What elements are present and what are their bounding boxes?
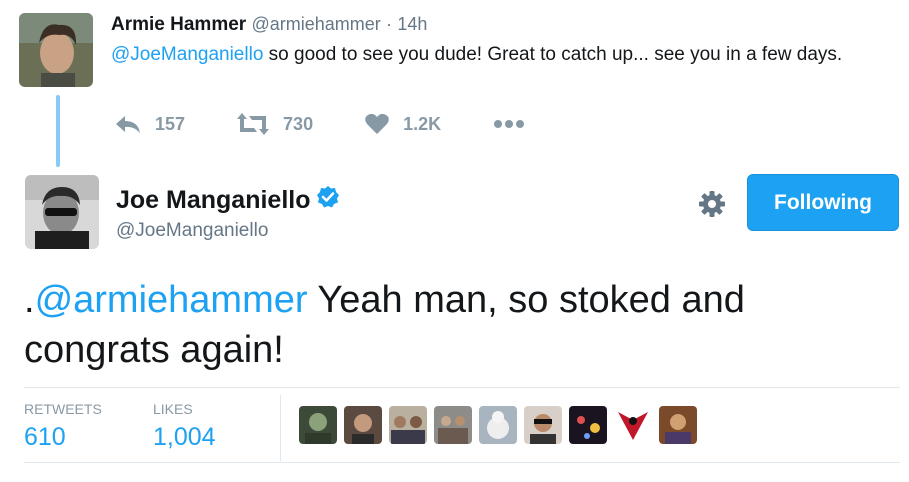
retweets-stat[interactable]: 610: [24, 423, 66, 452]
main-text-prefix: .: [24, 279, 35, 321]
verified-icon: [316, 185, 340, 216]
stats-separator: [280, 395, 281, 461]
stats-divider-bottom: [24, 462, 900, 463]
liker-avatar[interactable]: [569, 406, 607, 444]
parent-tweet-text: @JoeManganiello so good to see you dude!…: [111, 41, 901, 68]
avatar-joe[interactable]: [25, 175, 99, 249]
parent-text-body: so good to see you dude! Great to catch …: [263, 44, 843, 65]
reply-button[interactable]: 157: [115, 114, 185, 135]
more-icon: [494, 120, 525, 128]
liker-avatar[interactable]: [614, 406, 652, 444]
retweets-label: RETWEETS: [24, 401, 102, 417]
more-button[interactable]: [493, 119, 539, 129]
main-author-handle[interactable]: @JoeManganiello: [116, 220, 268, 242]
retweet-count: 730: [283, 113, 314, 134]
parent-author-handle[interactable]: @armiehammer: [251, 14, 380, 34]
liker-avatar[interactable]: [434, 406, 472, 444]
reply-icon: [116, 116, 140, 133]
liker-avatar[interactable]: [389, 406, 427, 444]
likes-stat[interactable]: 1,004: [153, 423, 216, 452]
avatar-armie[interactable]: [19, 13, 93, 87]
like-button[interactable]: 1.2K: [365, 113, 441, 135]
parent-author-name[interactable]: Armie Hammer: [111, 14, 246, 35]
liker-avatars: [299, 406, 704, 444]
parent-action-bar: 157 730 1.2K: [115, 113, 591, 135]
gear-icon[interactable]: [698, 190, 726, 218]
heart-icon: [365, 113, 389, 134]
thread-connector: [56, 95, 60, 167]
liker-avatar[interactable]: [299, 406, 337, 444]
main-mention-link[interactable]: @armiehammer: [35, 279, 308, 321]
liker-avatar[interactable]: [659, 406, 697, 444]
stats-divider-top: [24, 387, 900, 388]
parent-mention-link[interactable]: @JoeManganiello: [111, 44, 263, 65]
retweet-icon: [237, 113, 270, 135]
liker-avatar[interactable]: [524, 406, 562, 444]
separator-dot: ·: [386, 14, 393, 34]
reply-count: 157: [155, 113, 186, 134]
parent-time[interactable]: 14h: [397, 14, 427, 34]
main-author-name[interactable]: Joe Manganiello: [116, 186, 310, 215]
liker-avatar[interactable]: [479, 406, 517, 444]
main-author[interactable]: Joe Manganiello: [116, 185, 340, 216]
following-button[interactable]: Following: [747, 174, 899, 231]
parent-author[interactable]: Armie Hammer @armiehammer · 14h: [111, 14, 427, 36]
main-tweet-text: .@armiehammer Yeah man, so stoked and co…: [24, 275, 894, 375]
like-count: 1.2K: [403, 113, 442, 134]
liker-avatar[interactable]: [344, 406, 382, 444]
retweet-button[interactable]: 730: [237, 113, 313, 135]
likes-label: LIKES: [153, 401, 193, 417]
